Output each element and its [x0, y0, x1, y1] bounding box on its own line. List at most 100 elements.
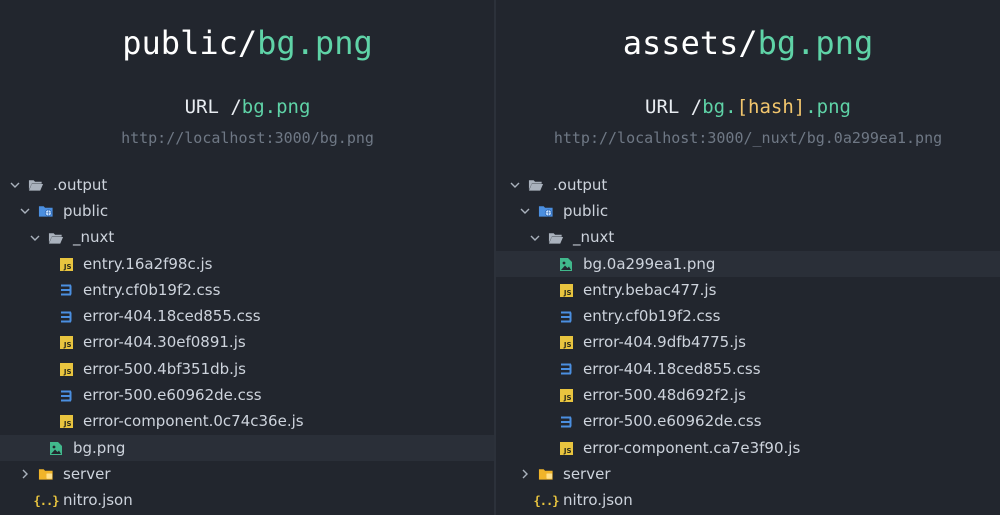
tree-file-label: error-500.e60962de.css: [83, 386, 262, 405]
tree-item-label: server: [563, 464, 611, 483]
left-file-tree: .output public _nuxt JS entry.16a2f98c.j…: [0, 172, 495, 514]
folder-open-icon: [28, 177, 44, 193]
tree-file-row[interactable]: JS error-404.30ef0891.js: [0, 330, 495, 356]
tree-file-label: error-404.30ef0891.js: [83, 333, 246, 352]
js-file-icon: JS: [58, 256, 74, 272]
folder-server-icon: [38, 466, 54, 482]
left-url-path: bg.png: [241, 96, 311, 118]
css-file-icon: [58, 388, 74, 404]
tree-file-label: entry.cf0b19f2.css: [583, 307, 721, 326]
css-file-icon: [558, 414, 574, 430]
right-url-slash: /: [690, 96, 703, 118]
tree-file-row[interactable]: JS error-500.48d692f2.js: [496, 382, 1000, 408]
image-file-icon: [48, 440, 64, 456]
folder-open-icon: [528, 177, 544, 193]
left-title: public/bg.png: [0, 24, 495, 62]
chevron-down-icon: [8, 178, 22, 192]
tree-file-label: error-500.4bf351db.js: [83, 359, 246, 378]
tree-file-row[interactable]: error-500.e60962de.css: [496, 409, 1000, 435]
right-url-label: URL: [645, 96, 691, 118]
image-file-icon: [558, 256, 574, 272]
tree-item-nuxt[interactable]: _nuxt: [0, 225, 495, 251]
right-url-hash: [hash]: [736, 96, 806, 118]
tree-file-row[interactable]: error-500.e60962de.css: [0, 382, 495, 408]
left-url-line: URL /bg.png: [0, 96, 495, 118]
tree-file-row-bg[interactable]: bg.0a299ea1.png: [496, 250, 1000, 278]
right-panel: assets/bg.png URL /bg.[hash].png http://…: [496, 0, 1000, 515]
js-file-icon: JS: [58, 361, 74, 377]
tree-file-label: error-500.e60962de.css: [583, 412, 762, 431]
css-file-icon: [58, 282, 74, 298]
tree-item-label: _nuxt: [573, 228, 615, 247]
left-url-label: URL: [184, 96, 231, 118]
folder-open-icon: [548, 230, 564, 246]
right-url-line: URL /bg.[hash].png: [496, 96, 1000, 118]
tree-file-label: error-404.18ced855.css: [83, 307, 261, 326]
tree-file-row[interactable]: error-404.18ced855.css: [0, 303, 495, 329]
chevron-down-icon: [508, 178, 522, 192]
left-address: http://localhost:3000/bg.png: [121, 129, 374, 147]
tree-file-row[interactable]: error-404.18ced855.css: [496, 356, 1000, 382]
css-file-icon: [58, 309, 74, 325]
json-file-icon: {..}: [33, 493, 60, 508]
tree-file-row[interactable]: JS error-component.ca7e3f90.js: [496, 435, 1000, 461]
right-url-path-b: .png: [805, 96, 851, 118]
js-file-icon: JS: [58, 414, 74, 430]
chevron-right-icon: [18, 467, 32, 481]
left-title-file: bg.png: [257, 24, 373, 62]
right-title-prefix: assets/: [622, 24, 758, 62]
tree-file-label: error-500.48d692f2.js: [583, 386, 746, 405]
tree-file-row[interactable]: JS error-component.0c74c36e.js: [0, 409, 495, 435]
folder-open-icon: [48, 230, 64, 246]
tree-file-row[interactable]: {..} nitro.json: [0, 488, 495, 514]
right-title-file: bg.png: [757, 24, 874, 62]
chevron-right-icon: [518, 467, 532, 481]
tree-file-label: entry.16a2f98c.js: [83, 254, 213, 273]
tree-item-output[interactable]: .output: [496, 172, 1000, 198]
tree-item-public[interactable]: public: [0, 198, 495, 224]
right-url-path-a: bg.: [702, 96, 737, 118]
right-address: http://localhost:3000/_nuxt/bg.0a299ea1.…: [553, 129, 943, 147]
css-file-icon: [558, 309, 574, 325]
json-file-icon: {..}: [533, 493, 560, 508]
tree-item-label: .output: [553, 175, 608, 194]
left-title-prefix: public/: [122, 24, 258, 62]
tree-file-label: error-component.ca7e3f90.js: [583, 438, 801, 457]
tree-file-row[interactable]: JS error-404.9dfb4775.js: [496, 330, 1000, 356]
tree-item-nuxt[interactable]: _nuxt: [496, 225, 1000, 251]
tree-file-row[interactable]: JS error-500.4bf351db.js: [0, 356, 495, 382]
tree-file-row[interactable]: entry.cf0b19f2.css: [0, 277, 495, 303]
tree-item-output[interactable]: .output: [0, 172, 495, 198]
tree-file-row[interactable]: JS entry.bebac477.js: [496, 277, 1000, 303]
tree-item-server[interactable]: server: [0, 461, 495, 487]
tree-item-label: .output: [53, 175, 108, 194]
chevron-down-icon: [18, 204, 32, 218]
tree-item-label: public: [563, 201, 609, 220]
tree-file-row[interactable]: {..} nitro.json: [496, 488, 1000, 514]
left-url-slash: /: [230, 96, 242, 118]
tree-file-label: bg.png: [73, 438, 126, 457]
tree-file-row[interactable]: entry.cf0b19f2.css: [496, 303, 1000, 329]
tree-file-label: nitro.json: [63, 491, 133, 510]
tree-item-server[interactable]: server: [496, 461, 1000, 487]
js-file-icon: JS: [558, 335, 574, 351]
css-file-icon: [558, 361, 574, 377]
tree-file-label: error-component.0c74c36e.js: [83, 412, 304, 431]
left-panel: public/bg.png URL /bg.png http://localho…: [0, 0, 495, 515]
tree-file-row[interactable]: JS entry.16a2f98c.js: [0, 251, 495, 277]
folder-public-icon: [38, 203, 54, 219]
right-file-tree: .output public _nuxt bg.0a299ea1.png JS …: [496, 172, 1000, 514]
tree-file-label: bg.0a299ea1.png: [583, 254, 716, 273]
right-title: assets/bg.png: [496, 24, 1000, 62]
tree-item-label: public: [63, 201, 109, 220]
tree-file-label: error-404.18ced855.css: [583, 359, 761, 378]
tree-item-label: server: [63, 464, 111, 483]
js-file-icon: JS: [558, 282, 574, 298]
tree-item-public[interactable]: public: [496, 198, 1000, 224]
tree-file-label: entry.cf0b19f2.css: [83, 280, 221, 299]
tree-file-label: entry.bebac477.js: [583, 280, 717, 299]
tree-file-label: nitro.json: [563, 491, 633, 510]
js-file-icon: JS: [558, 388, 574, 404]
tree-file-row-bg[interactable]: bg.png: [0, 434, 495, 462]
chevron-down-icon: [28, 231, 42, 245]
